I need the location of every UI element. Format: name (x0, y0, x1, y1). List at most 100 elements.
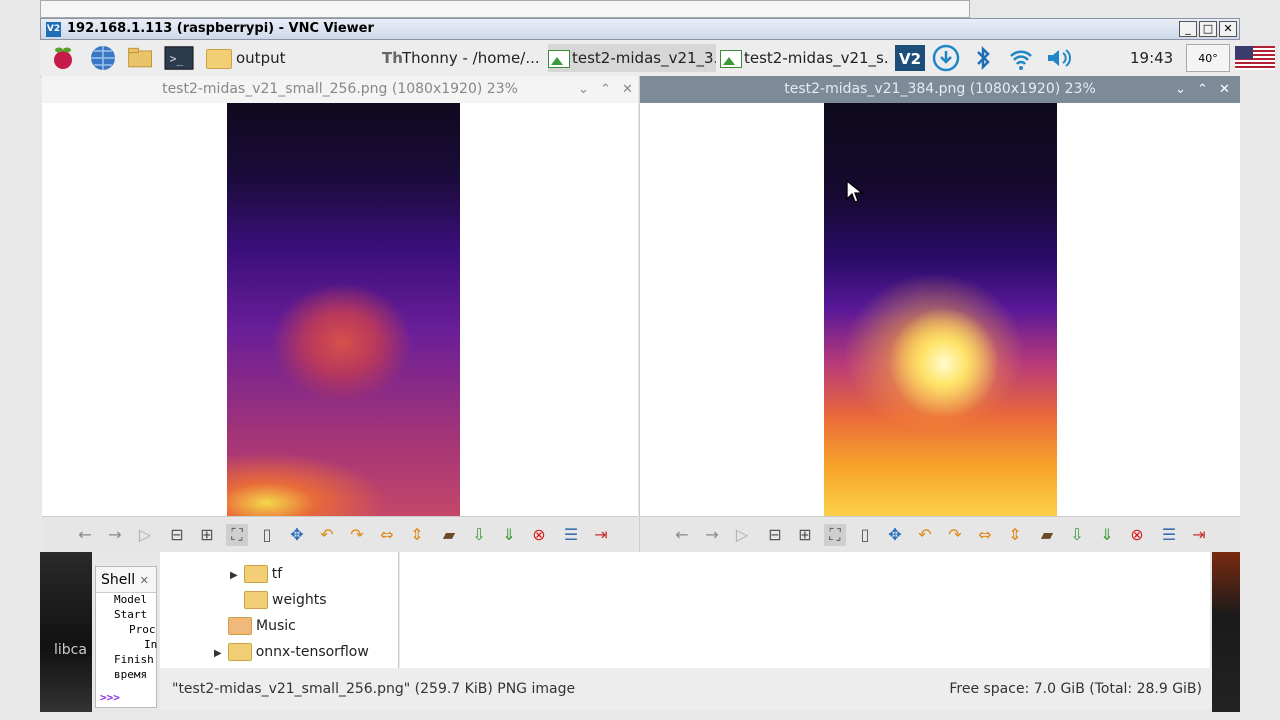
task-image-small-label: test2-midas_v21_s... (744, 49, 888, 67)
status-bar: "test2-midas_v21_small_256.png" (259.7 K… (160, 668, 1212, 710)
thonny-icon: Th (382, 49, 403, 67)
task-thonny-label: Thonny - /home/... (402, 49, 540, 67)
file-list-pane[interactable] (400, 552, 1210, 668)
terminal-icon[interactable]: >_ (164, 44, 194, 72)
rotate-right-icon[interactable]: ↷ (944, 524, 966, 546)
web-browser-icon[interactable] (88, 44, 118, 72)
rotate-right-icon[interactable]: ↷ (346, 524, 368, 546)
raspberry-menu-icon[interactable] (48, 44, 78, 72)
viewer-left-title: test2-midas_v21_small_256.png (1080x1920… (162, 81, 518, 97)
folder-icon (206, 48, 232, 69)
zoom-out-icon[interactable]: ⊟ (764, 524, 786, 546)
close-icon[interactable]: ✕ (622, 76, 633, 103)
save-icon[interactable]: ⇩ (1066, 524, 1088, 546)
tree-item-tf[interactable]: ▶ tf (230, 562, 282, 586)
tree-item-music[interactable]: Music (228, 614, 296, 638)
image-viewer-left: test2-midas_v21_small_256.png (1080x1920… (42, 76, 638, 553)
preferences-icon[interactable]: ☰ (1158, 524, 1180, 546)
keyboard-layout-flag-icon[interactable] (1235, 46, 1275, 70)
zoom-in-icon[interactable]: ⊞ (196, 524, 218, 546)
bluetooth-icon[interactable] (972, 44, 994, 72)
desktop-background-left: libca (40, 552, 92, 712)
clock[interactable]: 19:43 (1130, 44, 1173, 72)
back-icon[interactable]: ← (74, 524, 96, 546)
maximize-icon[interactable]: ⌃ (1197, 76, 1208, 103)
folder-icon (227, 643, 252, 661)
background-window-strip (40, 0, 970, 18)
shell-prompt[interactable]: >>> (100, 691, 120, 704)
wifi-icon[interactable] (1008, 44, 1034, 72)
flip-vertical-icon[interactable]: ⇕ (1004, 524, 1026, 546)
fullscreen-icon[interactable]: ✥ (884, 524, 906, 546)
minimize-icon[interactable]: ⌄ (578, 76, 589, 103)
quit-icon[interactable]: ⇥ (590, 524, 612, 546)
tree-item-label: weights (272, 592, 327, 608)
rotate-left-icon[interactable]: ↶ (316, 524, 338, 546)
vnc-title-bar[interactable]: V2 192.168.1.113 (raspberrypi) - VNC Vie… (40, 18, 1240, 40)
tree-item-label: tf (271, 566, 283, 582)
file-manager-icon[interactable] (126, 44, 156, 72)
viewer-right-titlebar[interactable]: test2-midas_v21_384.png (1080x1920) 23% … (640, 76, 1240, 103)
updates-icon[interactable] (932, 44, 960, 72)
tree-item-label: onnx-tensorflow (255, 644, 369, 660)
zoom-in-icon[interactable]: ⊞ (794, 524, 816, 546)
task-image-384[interactable]: test2-midas_v21_3... (548, 44, 716, 72)
flip-horizontal-icon[interactable]: ⇔ (376, 524, 398, 546)
cpu-temp-widget[interactable]: 40° (1186, 44, 1230, 72)
save-as-icon[interactable]: ⇓ (1096, 524, 1118, 546)
vnc-server-icon[interactable]: V2 (894, 44, 926, 72)
viewer-right-toolbar: ← → ▷ ⊟ ⊞ ⛶ ▯ ✥ ↶ ↷ ⇔ ⇕ ▰ ⇩ ⇓ ⊗ ☰ ⇥ (640, 516, 1240, 553)
tree-item-weights[interactable]: weights (244, 588, 327, 612)
shell-output-line: Start (114, 608, 148, 621)
flip-horizontal-icon[interactable]: ⇔ (974, 524, 996, 546)
tab-shell[interactable]: Shell ✕ (96, 567, 156, 593)
expand-arrow-icon[interactable]: ▶ (214, 648, 222, 659)
open-icon[interactable]: ▰ (1036, 524, 1058, 546)
delete-icon[interactable]: ⊗ (1126, 524, 1148, 546)
save-as-icon[interactable]: ⇓ (498, 524, 520, 546)
viewer-left-titlebar[interactable]: test2-midas_v21_small_256.png (1080x1920… (42, 76, 638, 103)
close-icon[interactable]: ✕ (140, 574, 149, 587)
fullscreen-icon[interactable]: ✥ (286, 524, 308, 546)
open-icon[interactable]: ▰ (438, 524, 460, 546)
minimize-icon[interactable]: ⌄ (1175, 76, 1186, 103)
shell-output-line: Finish (114, 653, 154, 666)
desktop-background-right (1212, 552, 1240, 712)
task-thonny[interactable]: ThThonny - /home/... (382, 44, 544, 72)
play-icon[interactable]: ▷ (134, 524, 156, 546)
shell-output-line: Model (114, 593, 148, 606)
tree-item-label: Music (256, 618, 296, 634)
shell-tab-label: Shell (101, 572, 136, 588)
task-output[interactable]: output (206, 44, 356, 72)
vnc-logo-icon: V2 (46, 22, 61, 37)
flip-vertical-icon[interactable]: ⇕ (406, 524, 428, 546)
expand-arrow-icon[interactable]: ▶ (230, 570, 238, 581)
rotate-left-icon[interactable]: ↶ (914, 524, 936, 546)
forward-icon[interactable]: → (104, 524, 126, 546)
save-icon[interactable]: ⇩ (468, 524, 490, 546)
svg-text:V2: V2 (899, 50, 921, 68)
forward-icon[interactable]: → (701, 524, 723, 546)
tree-item-onnx-tensorflow[interactable]: ▶ onnx-tensorflow (214, 640, 369, 664)
delete-icon[interactable]: ⊗ (528, 524, 550, 546)
fit-icon[interactable]: ⛶ (226, 524, 248, 546)
maximize-icon[interactable]: ⌃ (600, 76, 611, 103)
close-button[interactable]: ✕ (1219, 21, 1237, 37)
task-output-label: output (236, 49, 286, 67)
play-icon[interactable]: ▷ (731, 524, 753, 546)
zoom-out-icon[interactable]: ⊟ (166, 524, 188, 546)
maximize-button[interactable]: □ (1199, 21, 1217, 37)
minimize-button[interactable]: _ (1179, 21, 1197, 37)
original-size-icon[interactable]: ▯ (854, 524, 876, 546)
viewer-right-title: test2-midas_v21_384.png (1080x1920) 23% (784, 81, 1096, 97)
quit-icon[interactable]: ⇥ (1188, 524, 1210, 546)
image-icon (720, 49, 742, 68)
original-size-icon[interactable]: ▯ (256, 524, 278, 546)
volume-icon[interactable] (1044, 44, 1072, 72)
task-image-small[interactable]: test2-midas_v21_s... (720, 44, 888, 72)
fit-icon[interactable]: ⛶ (824, 524, 846, 546)
mouse-cursor-icon (846, 180, 864, 203)
close-icon[interactable]: ✕ (1219, 76, 1230, 103)
preferences-icon[interactable]: ☰ (560, 524, 582, 546)
back-icon[interactable]: ← (671, 524, 693, 546)
